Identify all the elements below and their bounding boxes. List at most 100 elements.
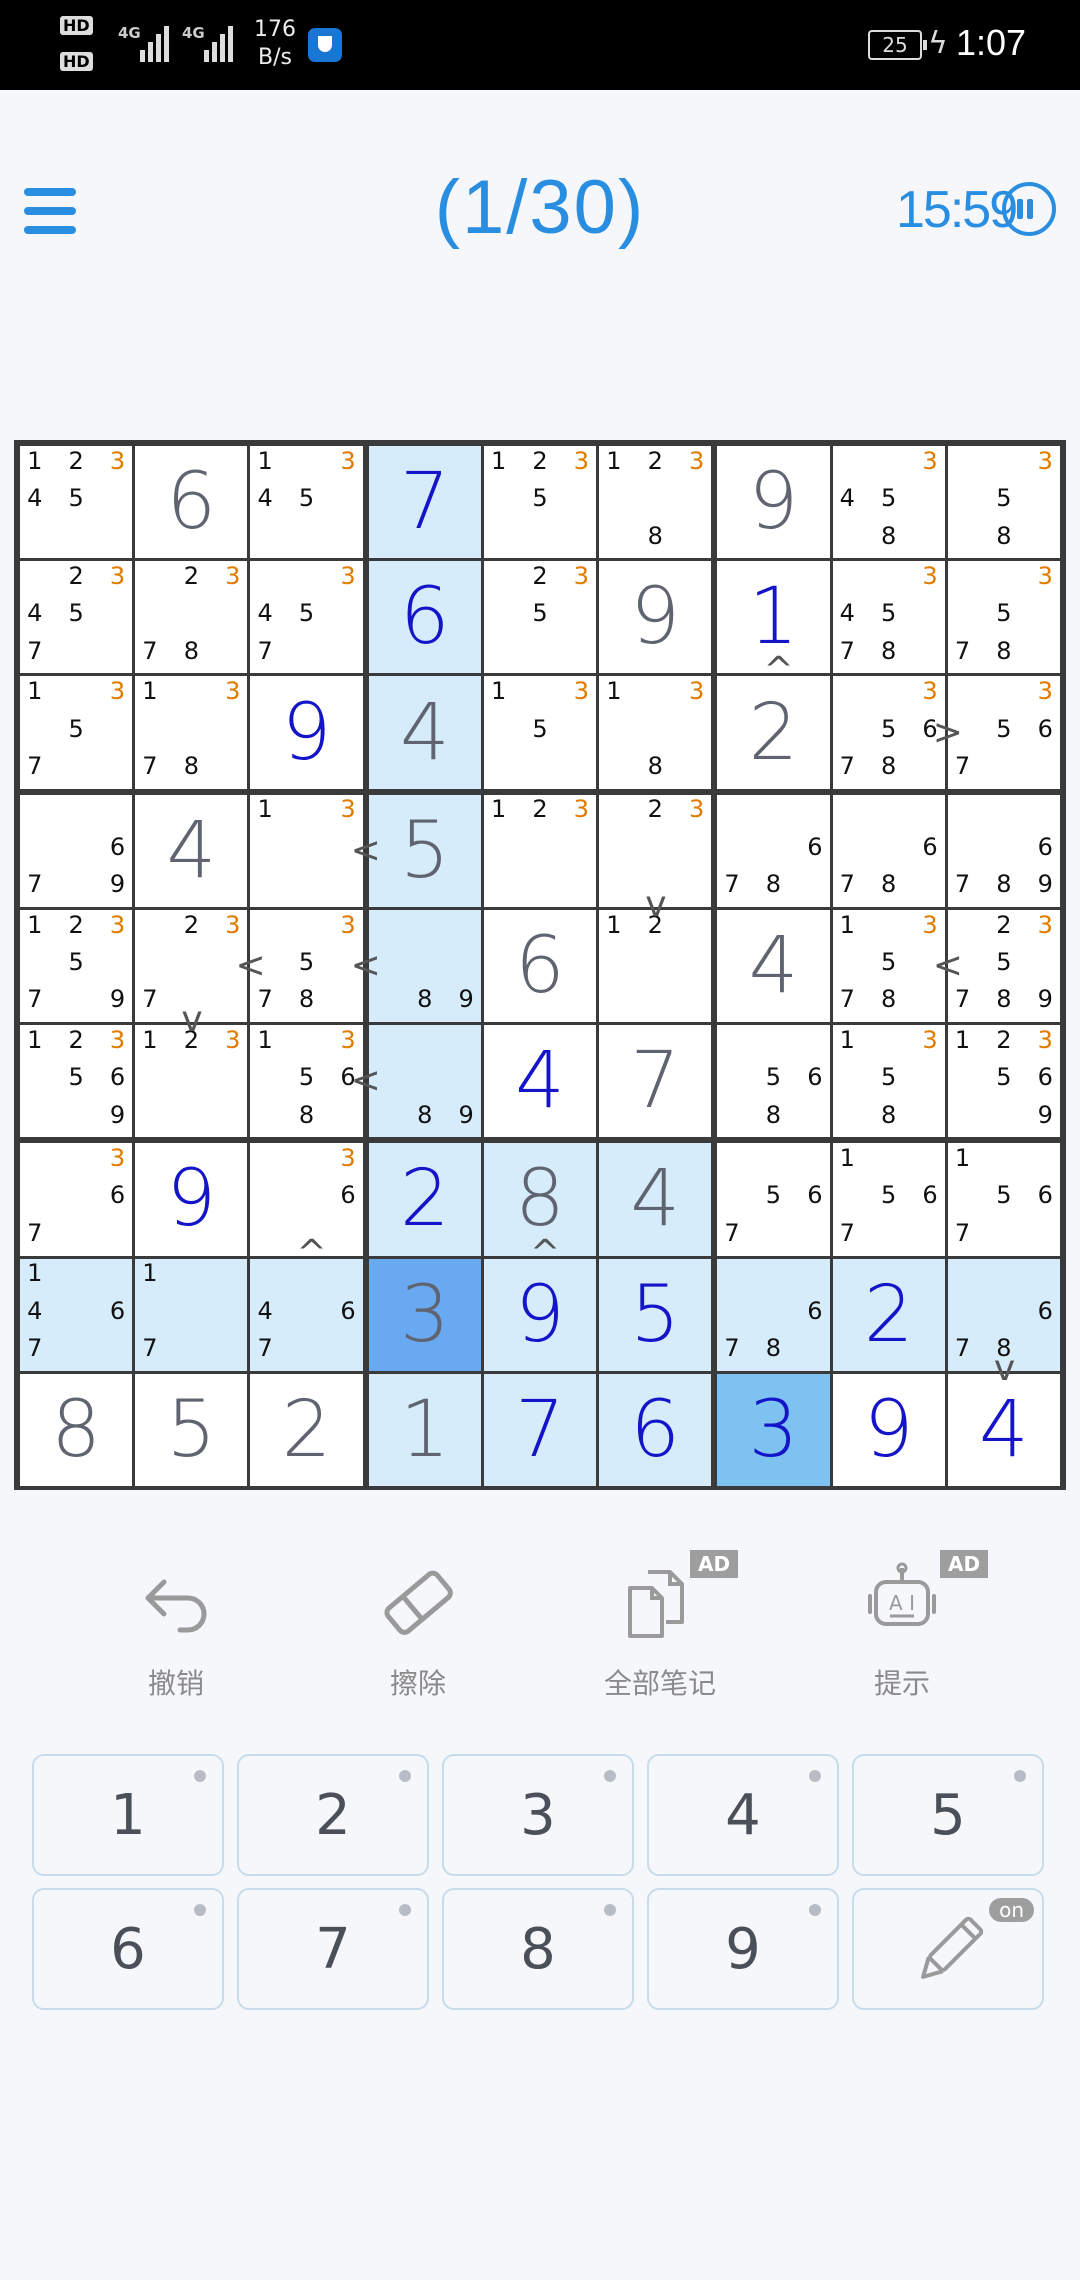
- sudoku-cell-r1c8[interactable]: 3 45 8: [832, 446, 945, 559]
- number-key-2[interactable]: 2: [237, 1754, 429, 1876]
- sudoku-cell-r6c1[interactable]: 12356 9: [20, 1025, 133, 1138]
- sudoku-cell-r1c6[interactable]: 123 8: [599, 446, 712, 559]
- sudoku-cell-r9c6[interactable]: 6: [599, 1373, 712, 1486]
- sudoku-cell-r3c5[interactable]: 1 35: [483, 676, 597, 789]
- sudoku-cell-r1c4[interactable]: 7: [368, 446, 481, 559]
- sudoku-cell-r4c2[interactable]: 4: [135, 794, 248, 907]
- sudoku-cell-r2c2[interactable]: 23 78: [135, 561, 248, 674]
- sudoku-cell-r4c7[interactable]: 6 78: [717, 794, 830, 907]
- sudoku-cell-r4c8[interactable]: 6 78: [832, 794, 945, 907]
- sudoku-cell-r6c4[interactable]: 89: [368, 1025, 481, 1138]
- number-key-6[interactable]: 6: [32, 1888, 224, 2010]
- sudoku-cell-r8c8[interactable]: 2: [832, 1258, 945, 1371]
- sudoku-cell-r2c3[interactable]: 3 457: [250, 561, 363, 674]
- sudoku-cell-r3c4[interactable]: 4: [368, 676, 481, 789]
- sudoku-cell-r4c4[interactable]: 5: [368, 794, 481, 907]
- sudoku-cell-r5c4[interactable]: 89: [368, 909, 481, 1023]
- sudoku-cell-r4c6[interactable]: 23: [599, 794, 712, 907]
- sudoku-cell-r3c6[interactable]: 1 3 8: [599, 676, 712, 789]
- sudoku-cell-r3c3[interactable]: 9: [250, 676, 363, 789]
- sudoku-cell-r8c3[interactable]: 4 6 7: [250, 1258, 363, 1371]
- sudoku-cell-r5c1[interactable]: 12357 9: [20, 909, 133, 1023]
- sudoku-cell-r9c7[interactable]: 3: [717, 1373, 830, 1486]
- key-indicator-dot: [399, 1904, 411, 1916]
- sudoku-cell-r8c1[interactable]: 1 4 6 7: [20, 1258, 133, 1371]
- sudoku-cell-r7c3[interactable]: 36: [250, 1143, 363, 1256]
- pencil-mode-button[interactable]: on: [852, 1888, 1044, 2010]
- sudoku-cell-r9c5[interactable]: 7: [483, 1373, 597, 1486]
- sudoku-cell-r2c5[interactable]: 235: [483, 561, 597, 674]
- sudoku-cell-r8c5[interactable]: 9: [483, 1258, 597, 1371]
- sudoku-cell-r9c1[interactable]: 8: [20, 1373, 133, 1486]
- sudoku-cell-r7c7[interactable]: 56 7: [717, 1143, 830, 1256]
- sudoku-cell-r1c2[interactable]: 6: [135, 446, 248, 559]
- sudoku-cell-r4c1[interactable]: 6 7 9: [20, 794, 133, 907]
- sudoku-cell-r2c8[interactable]: 3 4578: [832, 561, 945, 674]
- sudoku-cell-r7c1[interactable]: 3 6 7: [20, 1143, 133, 1256]
- sudoku-cell-r5c8[interactable]: 1 3578: [832, 909, 945, 1023]
- sudoku-cell-r6c7[interactable]: 568: [717, 1025, 830, 1138]
- sudoku-cell-r7c8[interactable]: 1567: [832, 1143, 945, 1256]
- sudoku-cell-r6c8[interactable]: 1 35 8: [832, 1025, 945, 1138]
- number-key-1[interactable]: 1: [32, 1754, 224, 1876]
- sudoku-cell-r6c9[interactable]: 12356 9: [947, 1025, 1060, 1138]
- pencil-note: 2: [647, 795, 663, 824]
- sudoku-cell-r7c4[interactable]: 2: [368, 1143, 481, 1256]
- sudoku-cell-r2c4[interactable]: 6: [368, 561, 481, 674]
- sudoku-cell-r3c7[interactable]: 2: [717, 676, 830, 789]
- sudoku-cell-r2c7[interactable]: 1: [717, 561, 830, 674]
- sudoku-cell-r4c9[interactable]: 6 789: [947, 794, 1060, 907]
- sudoku-cell-r5c2[interactable]: 23 7: [135, 909, 248, 1023]
- sudoku-cell-r9c2[interactable]: 5: [135, 1373, 248, 1486]
- sudoku-cell-r5c3[interactable]: 3578: [250, 909, 363, 1023]
- sudoku-cell-r3c2[interactable]: 1 3 78: [135, 676, 248, 789]
- number-key-9[interactable]: 9: [647, 1888, 839, 2010]
- all-notes-button[interactable]: AD 全部笔记: [560, 1550, 760, 1710]
- sudoku-cell-r6c6[interactable]: 7: [599, 1025, 712, 1138]
- sudoku-cell-r9c9[interactable]: 4: [947, 1373, 1060, 1486]
- number-key-8[interactable]: 8: [442, 1888, 634, 2010]
- sudoku-cell-r1c3[interactable]: 1 3 45: [250, 446, 363, 559]
- sudoku-cell-r7c5[interactable]: 8: [483, 1143, 597, 1256]
- sudoku-cell-r3c1[interactable]: 1 357: [20, 676, 133, 789]
- sudoku-cell-r5c5[interactable]: 6: [483, 909, 597, 1023]
- sudoku-cell-r8c2[interactable]: 17: [135, 1258, 248, 1371]
- sudoku-cell-r9c3[interactable]: 2: [250, 1373, 363, 1486]
- sudoku-cell-r9c4[interactable]: 1: [368, 1373, 481, 1486]
- number-key-3[interactable]: 3: [442, 1754, 634, 1876]
- sudoku-cell-r1c9[interactable]: 35 8: [947, 446, 1060, 559]
- sudoku-cell-r3c9[interactable]: 356 7: [947, 676, 1060, 789]
- sudoku-cell-r7c9[interactable]: 1567: [947, 1143, 1060, 1256]
- sudoku-cell-r9c8[interactable]: 9: [832, 1373, 945, 1486]
- pencil-note: 6: [922, 832, 938, 861]
- sudoku-cell-r6c5[interactable]: 4: [483, 1025, 597, 1138]
- sudoku-cell-r5c9[interactable]: 235789: [947, 909, 1060, 1023]
- sudoku-cell-r8c4[interactable]: 3: [368, 1258, 481, 1371]
- sudoku-cell-r5c7[interactable]: 4: [717, 909, 830, 1023]
- sudoku-cell-r6c3[interactable]: 1 3568: [250, 1025, 363, 1138]
- erase-button[interactable]: 擦除: [318, 1560, 518, 1710]
- sudoku-cell-r1c1[interactable]: 123 45: [20, 446, 133, 559]
- number-key-7[interactable]: 7: [237, 1888, 429, 2010]
- sudoku-cell-r5c6[interactable]: 12: [599, 909, 712, 1023]
- sudoku-cell-r8c6[interactable]: 5: [599, 1258, 712, 1371]
- pencil-icon: [921, 1916, 984, 1979]
- hint-button[interactable]: A I AD 提示: [802, 1550, 1002, 1710]
- sudoku-cell-r1c5[interactable]: 1235: [483, 446, 597, 559]
- number-key-4[interactable]: 4: [647, 1754, 839, 1876]
- undo-button[interactable]: 撤销: [76, 1560, 276, 1710]
- sudoku-cell-r8c9[interactable]: 6 78: [947, 1258, 1060, 1371]
- sudoku-cell-r3c8[interactable]: 356 78: [832, 676, 945, 789]
- pause-icon[interactable]: [1002, 182, 1056, 236]
- sudoku-cell-r2c9[interactable]: 3578: [947, 561, 1060, 674]
- sudoku-cell-r1c7[interactable]: 9: [717, 446, 830, 559]
- sudoku-cell-r7c2[interactable]: 9: [135, 1143, 248, 1256]
- sudoku-cell-r4c3[interactable]: 13: [250, 794, 363, 907]
- sudoku-cell-r8c7[interactable]: 6 78: [717, 1258, 830, 1371]
- sudoku-cell-r2c1[interactable]: 23 457: [20, 561, 133, 674]
- sudoku-cell-r4c5[interactable]: 123: [483, 794, 597, 907]
- sudoku-cell-r6c2[interactable]: 123: [135, 1025, 248, 1138]
- number-key-5[interactable]: 5: [852, 1754, 1044, 1876]
- sudoku-cell-r7c6[interactable]: 4: [599, 1143, 712, 1256]
- sudoku-cell-r2c6[interactable]: 9: [599, 561, 712, 674]
